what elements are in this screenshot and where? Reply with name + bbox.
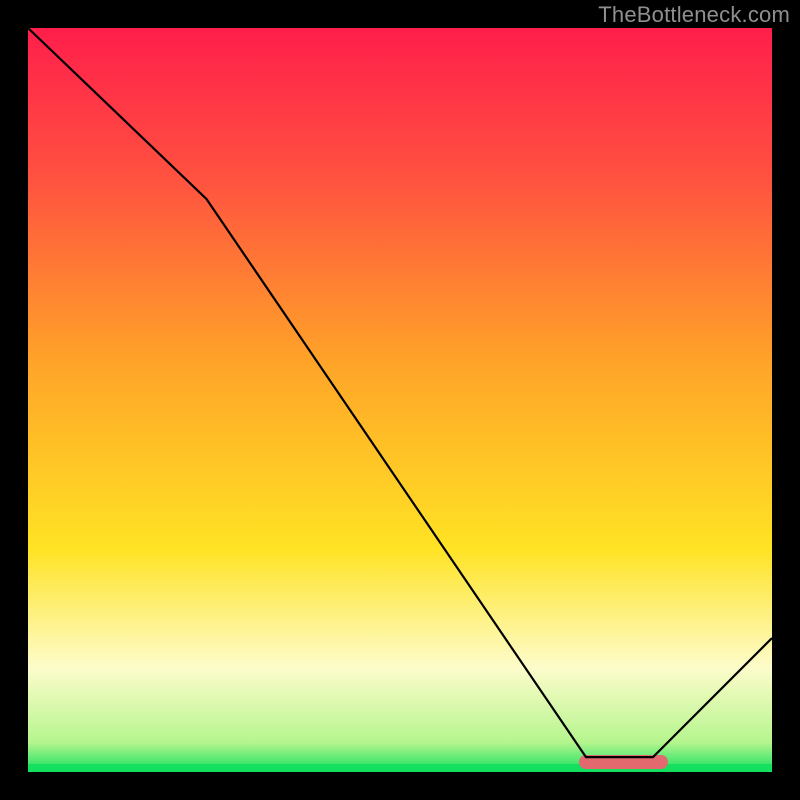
- line-series: [28, 28, 772, 772]
- chart-plot-area: [25, 25, 775, 775]
